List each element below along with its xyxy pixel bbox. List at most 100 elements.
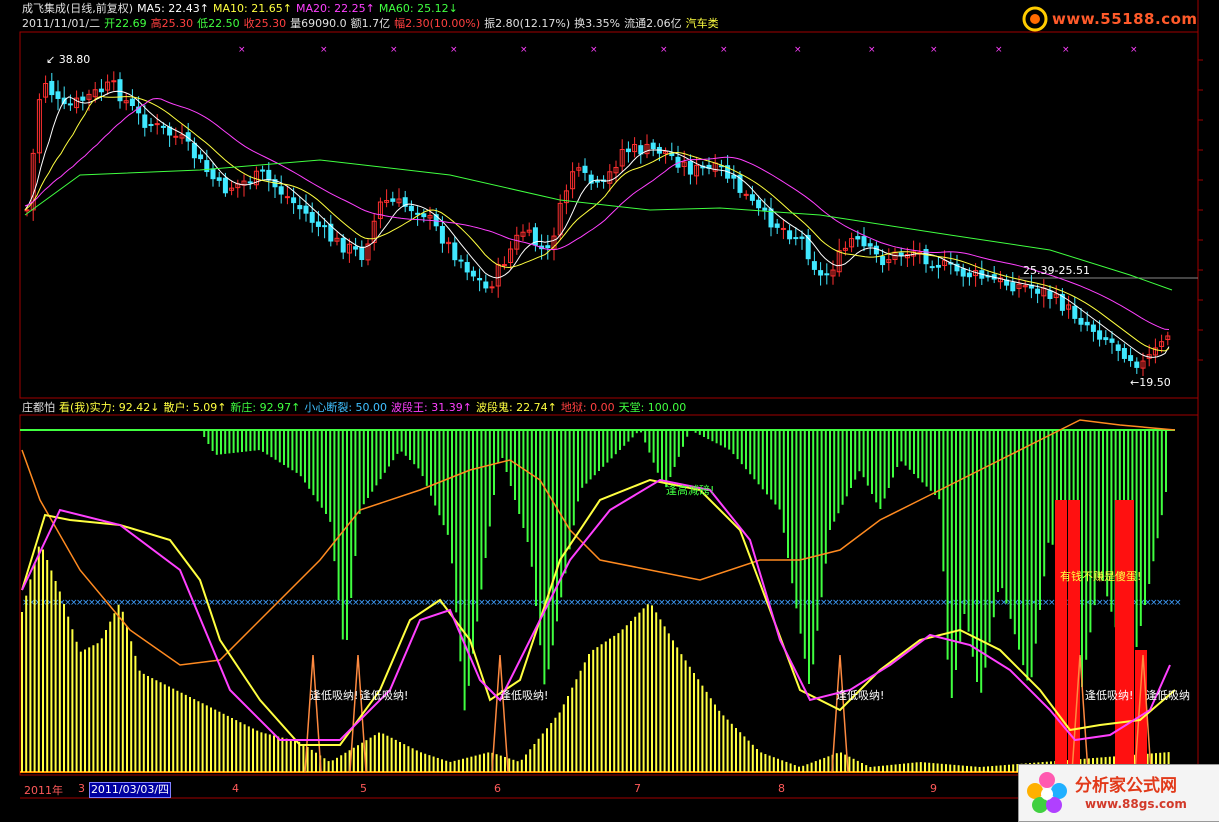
axis-month-label: 8 (778, 782, 785, 795)
candle-body (625, 148, 631, 153)
header-item: 开22.69 (104, 17, 147, 30)
candle-body (787, 230, 793, 240)
indicator-item: 新庄: 92.97↑ (230, 401, 301, 414)
candle-body (594, 180, 600, 183)
buy-signal-label: 逢低吸纳! (500, 689, 549, 702)
candle-body (353, 246, 359, 250)
indicator-item: 小心断裂: 50.00 (304, 401, 388, 414)
candle-body (582, 165, 588, 173)
buy-signal-label: 逢低吸纳! (836, 689, 885, 702)
candle-body (749, 194, 755, 201)
candle-body (824, 273, 830, 276)
candle-body (278, 186, 284, 195)
axis-month-label: 6 (494, 782, 501, 795)
price-pane-frame (19, 31, 1199, 399)
candle-body (483, 281, 489, 289)
candle-body (818, 270, 824, 276)
candle-body (638, 145, 644, 155)
high-price-label: ↙ 38.80 (46, 53, 91, 66)
header-item: 振2.80(12.17%) (484, 17, 571, 30)
header-item: MA60: 25.12↓ (378, 2, 458, 15)
candle-body (1115, 344, 1121, 351)
candle-body (210, 168, 216, 180)
candle-body (129, 98, 135, 106)
candle-body (415, 212, 421, 215)
candle-body (111, 80, 117, 83)
candle-body (80, 96, 86, 101)
candle-body (898, 252, 904, 257)
header-item: 低22.50 (197, 17, 240, 30)
header-item: MA5: 22.43↑ (137, 2, 210, 15)
candle-body (148, 124, 154, 127)
ma10-line (24, 95, 1170, 352)
top-marker: × (660, 45, 668, 55)
candle-body (421, 213, 427, 218)
candle-body (49, 80, 55, 96)
candle-body (303, 205, 309, 214)
dash-marker: × (1174, 598, 1182, 608)
candle-body (489, 286, 495, 289)
candle-body (687, 161, 693, 175)
buy-signal-label: 逢低吸纳! (1085, 689, 1134, 702)
candle-body (458, 259, 464, 262)
candle-body (873, 245, 879, 255)
candle-body (117, 79, 123, 102)
top-marker: × (930, 45, 938, 55)
top-marker: × (794, 45, 802, 55)
candle-body (1109, 338, 1115, 343)
candle-body (198, 154, 204, 160)
candle-body (935, 264, 941, 268)
candle-body (216, 177, 222, 181)
top-marker: × (520, 45, 528, 55)
candle-body (477, 278, 483, 281)
candle-body (1084, 321, 1090, 326)
axis-month-label: 9 (930, 782, 937, 795)
candle-body (861, 236, 867, 247)
indicator-item: 地狱: 0.00 (560, 401, 615, 414)
top-marker: × (868, 45, 876, 55)
top-marker: × (450, 45, 458, 55)
indicator-header: 庄都怕 看(我)实力: 92.42↓ 散户: 5.09↑ 新庄: 92.97↑ 小心断裂… (22, 401, 690, 415)
candle-body (811, 261, 817, 270)
quote-header-ohlc: 2011/11/01/二 开22.69 高25.30 低22.50 收25.30 量690… (22, 17, 723, 31)
candle-body (1097, 330, 1103, 340)
candle-body (173, 135, 179, 138)
candle-body (1035, 288, 1041, 294)
indicator-item: 看(我)实力: 92.42↓ (59, 401, 160, 414)
top-marker: × (720, 45, 728, 55)
candle-body (867, 243, 873, 247)
candle-body (222, 177, 228, 194)
header-item: 流通2.06亿 (624, 17, 682, 30)
top-marker: × (320, 45, 328, 55)
candle-body (793, 237, 799, 240)
candle-body (966, 272, 972, 278)
indicator-item: 天堂: 100.00 (618, 401, 687, 414)
top-marker: × (1062, 45, 1070, 55)
quote-header-ma: 成飞集成(日线,前复权) MA5: 22.43↑ MA10: 21.65↑ MA20:… (22, 2, 462, 16)
candle-body (1078, 317, 1084, 325)
candle-body (291, 197, 297, 204)
candle-body (756, 199, 762, 209)
candle-body (359, 246, 365, 261)
candle-body (774, 223, 780, 228)
axis-month-label: 7 (634, 782, 641, 795)
header-item: 高25.30 (150, 17, 194, 30)
red-column (1122, 500, 1134, 772)
candle-body (142, 114, 148, 128)
ma5-line (24, 90, 1170, 358)
top-marker: × (995, 45, 1003, 55)
candle-body (390, 198, 396, 202)
candle-body (855, 236, 861, 240)
candle-body (284, 196, 290, 199)
candle-body (160, 125, 166, 128)
header-item: MA20: 22.25↑ (295, 2, 375, 15)
candle-body (297, 205, 303, 210)
profit-signal-label: 有钱不赚是傻蛋! (1060, 570, 1142, 583)
red-column (1055, 500, 1067, 772)
candle-body (650, 142, 656, 150)
candle-body (762, 207, 768, 211)
candle-body (1010, 282, 1016, 292)
header-item: 2011/11/01/二 (22, 17, 101, 30)
candle-body (452, 242, 458, 261)
candle-body (470, 270, 476, 277)
